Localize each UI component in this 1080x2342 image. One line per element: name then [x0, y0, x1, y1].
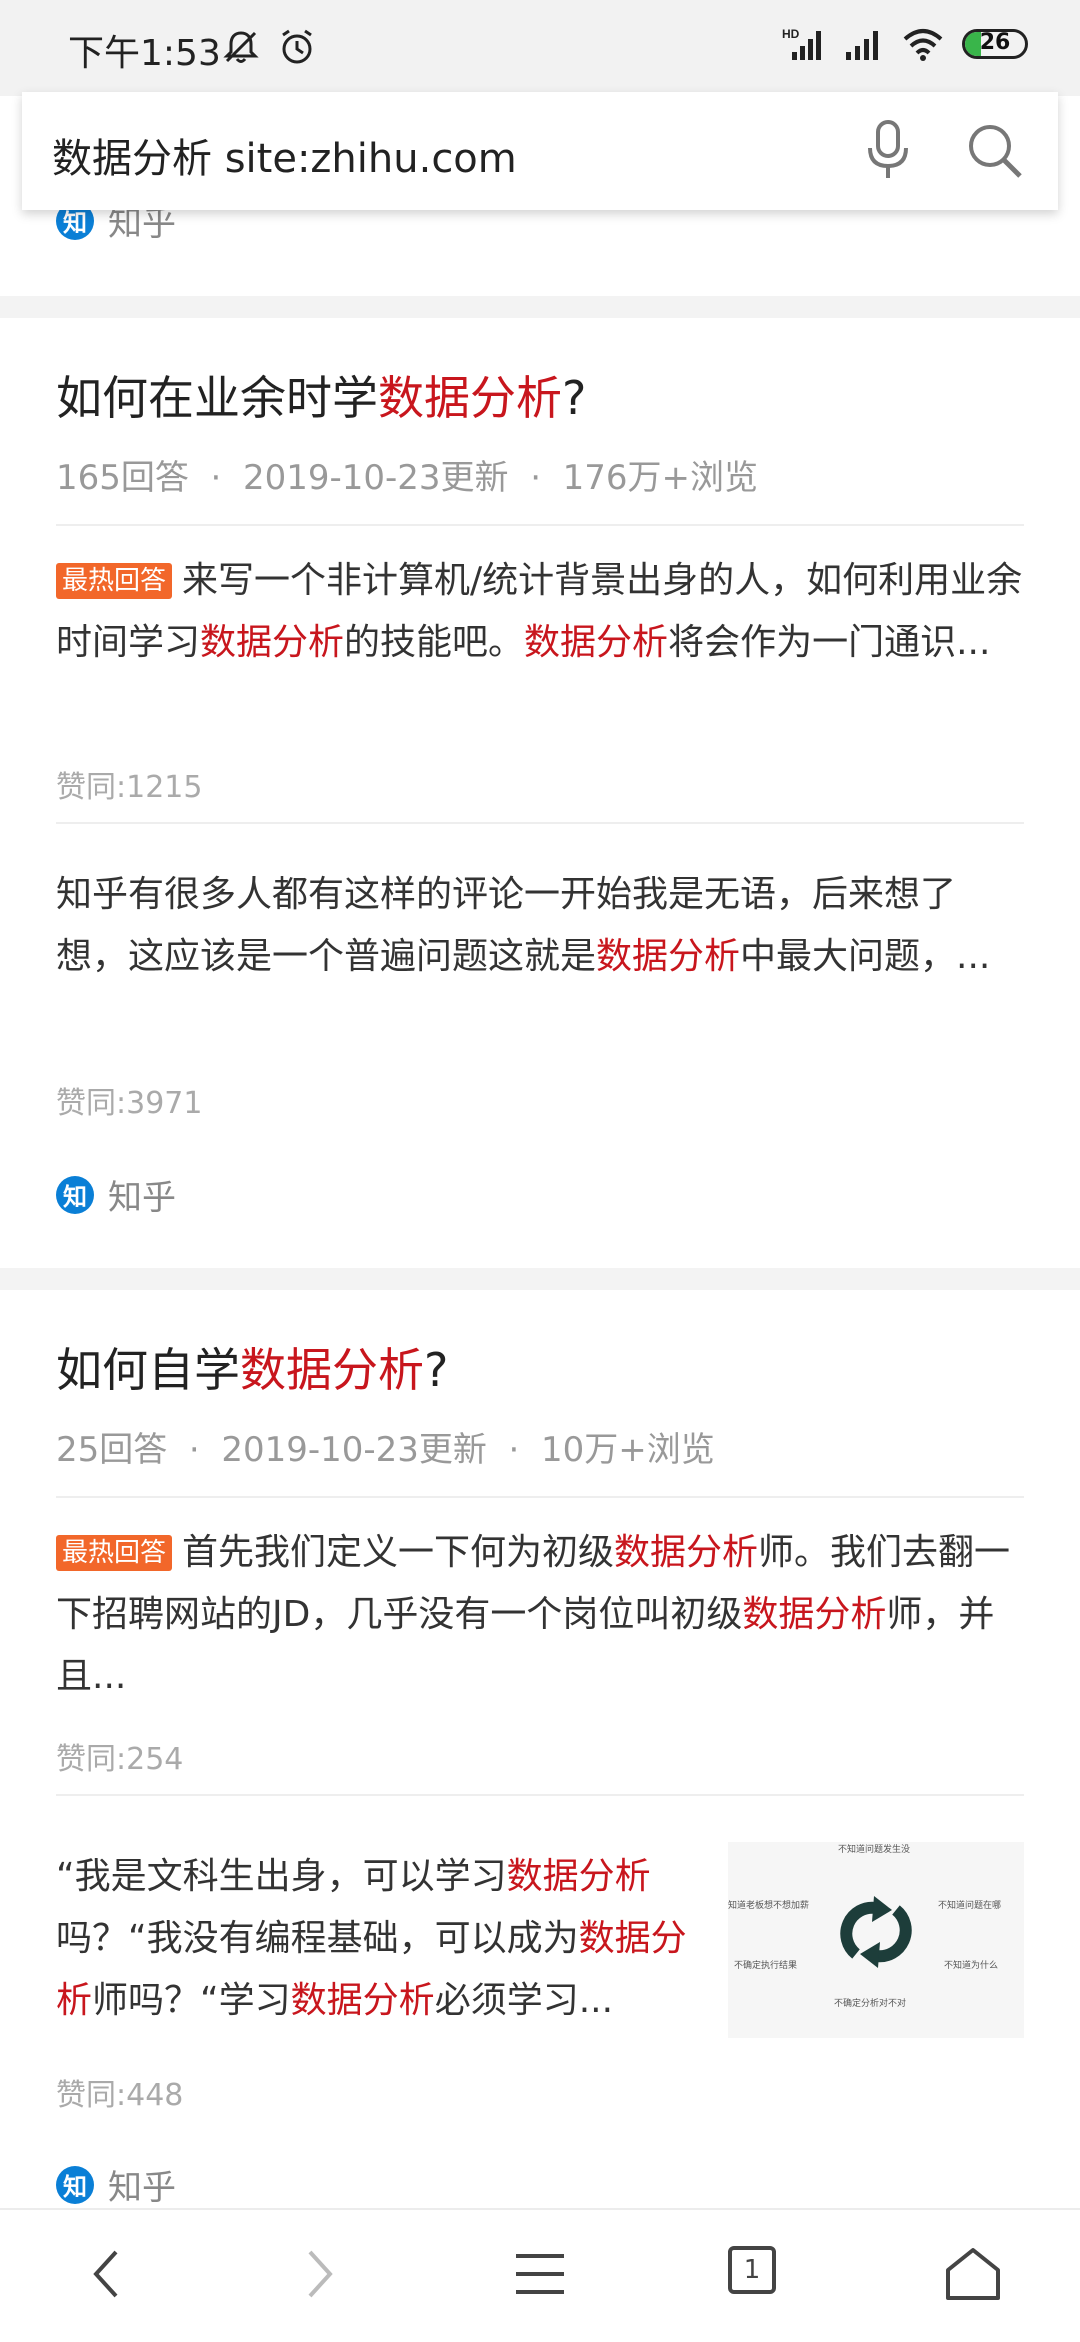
svg-text:不确定执行结果: 不确定执行结果 — [734, 1959, 797, 1971]
answer-thumbnail[interactable]: 不知道问题发生没 知道老板想不想加薪 不知道问题在哪 不确定执行结果 不知道为什… — [728, 1842, 1024, 2038]
search-icon[interactable] — [966, 122, 1024, 180]
answer-snippet[interactable]: “我是文科生出身，可以学习数据分析吗？“我没有编程基础，可以成为数据分析师吗？“… — [56, 1846, 696, 2032]
result-source[interactable]: 知 知乎 — [56, 2160, 176, 2209]
search-input[interactable]: 数据分析 site:zhihu.com — [52, 126, 517, 184]
menu-icon[interactable] — [512, 2244, 568, 2304]
svg-text:不知道为什么: 不知道为什么 — [944, 1959, 998, 1971]
result-meta: 165回答 · 2019-10-23更新 · 176万+浏览 — [56, 458, 759, 498]
hd-signal-icon: HD — [782, 27, 821, 60]
likes-count: 赞同:448 — [56, 2078, 184, 2113]
alarm-icon — [282, 29, 312, 64]
svg-text:不确定分析对不对: 不确定分析对不对 — [834, 1997, 906, 2009]
hot-answer-badge: 最热回答 — [56, 1535, 173, 1571]
svg-text:知道老板想不想加薪: 知道老板想不想加薪 — [728, 1899, 809, 1911]
result-title[interactable]: 如何自学数据分析? — [56, 1334, 448, 1400]
zhihu-icon: 知 — [56, 2165, 94, 2204]
forward-icon[interactable] — [300, 2244, 340, 2304]
search-bar[interactable]: 数据分析 site:zhihu.com — [22, 92, 1058, 210]
result-divider — [0, 296, 1080, 318]
result-divider — [0, 1268, 1080, 1290]
likes-count: 赞同:254 — [56, 1742, 184, 1777]
mic-icon[interactable] — [866, 120, 910, 180]
status-bar: 下午1:53 HD 26 — [0, 0, 1080, 96]
signal-icon — [846, 31, 878, 60]
home-icon[interactable] — [944, 2244, 1002, 2304]
source-label: 知乎 — [108, 1178, 176, 1218]
likes-count: 赞同:1215 — [56, 770, 203, 805]
svg-text:不知道问题发生没: 不知道问题发生没 — [838, 1843, 910, 1855]
mute-icon — [223, 31, 259, 63]
answer-snippet[interactable]: 知乎有很多人都有这样的评论一开始我是无语，后来想了想，这应该是一个普遍问题这就是… — [56, 864, 1026, 988]
back-icon[interactable] — [86, 2244, 126, 2304]
status-time: 下午1:53 — [68, 33, 221, 74]
answer-snippet[interactable]: 最热回答 首先我们定义一下何为初级数据分析师。我们去翻一下招聘网站的JD，几乎没有… — [56, 1522, 1026, 1708]
result-title[interactable]: 如何在业余时学数据分析? — [56, 362, 586, 428]
result-card: 如何自学数据分析? 25回答 · 2019-10-23更新 · 10万+浏览 最… — [0, 1290, 1080, 2208]
separator — [56, 1496, 1024, 1498]
bottom-navigation: 1 — [0, 2208, 1080, 2342]
result-meta: 25回答 · 2019-10-23更新 · 10万+浏览 — [56, 1430, 715, 1470]
likes-count: 赞同:3971 — [56, 1086, 203, 1121]
separator — [56, 1794, 1024, 1796]
zhihu-icon: 知 — [56, 1175, 94, 1214]
answer-snippet[interactable]: 最热回答 来写一个非计算机/统计背景出身的人，如何利用业余时间学习数据分析的技能吧… — [56, 550, 1026, 674]
result-card: 如何在业余时学数据分析? 165回答 · 2019-10-23更新 · 176万… — [0, 318, 1080, 1268]
svg-text:不知道问题在哪: 不知道问题在哪 — [938, 1899, 1001, 1911]
battery-level: 26 — [979, 30, 1011, 55]
source-label: 知乎 — [108, 2168, 176, 2208]
svg-text:HD: HD — [782, 27, 800, 41]
hot-answer-badge: 最热回答 — [56, 563, 173, 599]
cycle-diagram-image: 不知道问题发生没 知道老板想不想加薪 不知道问题在哪 不确定执行结果 不知道为什… — [728, 1843, 1001, 2009]
wifi-icon — [903, 29, 943, 61]
result-source[interactable]: 知 知乎 — [56, 1170, 176, 1219]
separator — [56, 822, 1024, 824]
tabs-button[interactable]: 1 — [728, 2246, 776, 2294]
separator — [56, 524, 1024, 526]
battery-icon: 26 — [962, 29, 1028, 59]
tab-count: 1 — [743, 2255, 761, 2285]
